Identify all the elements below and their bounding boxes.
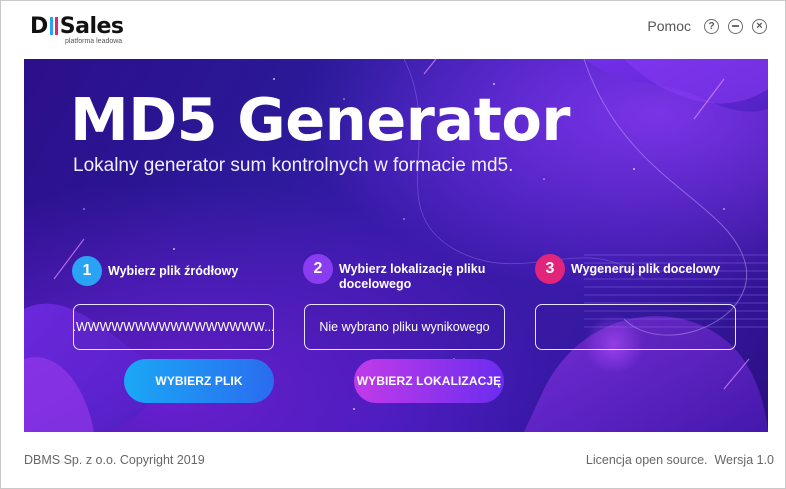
step-2-number: 2: [303, 254, 333, 284]
step-1-number: 1: [72, 256, 102, 286]
source-file-field[interactable]: .WWWWWWWWWWWWWWWW...: [73, 304, 274, 350]
help-link[interactable]: Pomoc: [647, 18, 691, 34]
choose-file-button[interactable]: WYBIERZ PLIK: [124, 359, 274, 403]
logo-subtitle: platforma leadowa: [65, 38, 123, 45]
page-title: MD5 Generator: [70, 85, 570, 154]
logo-text-d: D: [30, 14, 48, 39]
dbms-sales-logo: D Sales platforma leadowa: [30, 14, 124, 46]
step-1: 1 Wybierz plik źródłowy: [72, 256, 268, 286]
footer-copyright: DBMS Sp. z o.o. Copyright 2019: [24, 453, 205, 467]
close-icon[interactable]: ×: [752, 18, 767, 34]
logo-text-sales: Sales: [59, 14, 124, 39]
window-controls: Pomoc ? ×: [647, 18, 767, 34]
step-1-label: Wybierz plik źródłowy: [108, 264, 239, 278]
step-3-label: Wygeneruj plik docelowy: [571, 262, 721, 276]
app-window: D Sales platforma leadowa Pomoc ? × MD5 …: [0, 0, 786, 489]
step-2-label: Wybierz lokalizację pliku docelowego: [339, 262, 486, 291]
step-3-number: 3: [535, 254, 565, 284]
minimize-icon[interactable]: [728, 18, 743, 34]
choose-location-button[interactable]: WYBIERZ LOKALIZACJĘ: [354, 359, 504, 403]
step-2: 2 Wybierz lokalizację pliku docelowego: [303, 254, 509, 292]
logo-bars-icon: [49, 17, 59, 35]
step-3: 3 Wygeneruj plik docelowy: [535, 254, 761, 284]
footer-license: Licencja open source. Wersja 1.0: [585, 453, 774, 467]
help-icon[interactable]: ?: [704, 18, 719, 34]
hero-banner: MD5 Generator Lokalny generator sum kont…: [24, 59, 768, 432]
output-file-field[interactable]: [535, 304, 736, 350]
target-location-field[interactable]: Nie wybrano pliku wynikowego: [304, 304, 505, 350]
page-subtitle: Lokalny generator sum kontrolnych w form…: [73, 155, 514, 176]
